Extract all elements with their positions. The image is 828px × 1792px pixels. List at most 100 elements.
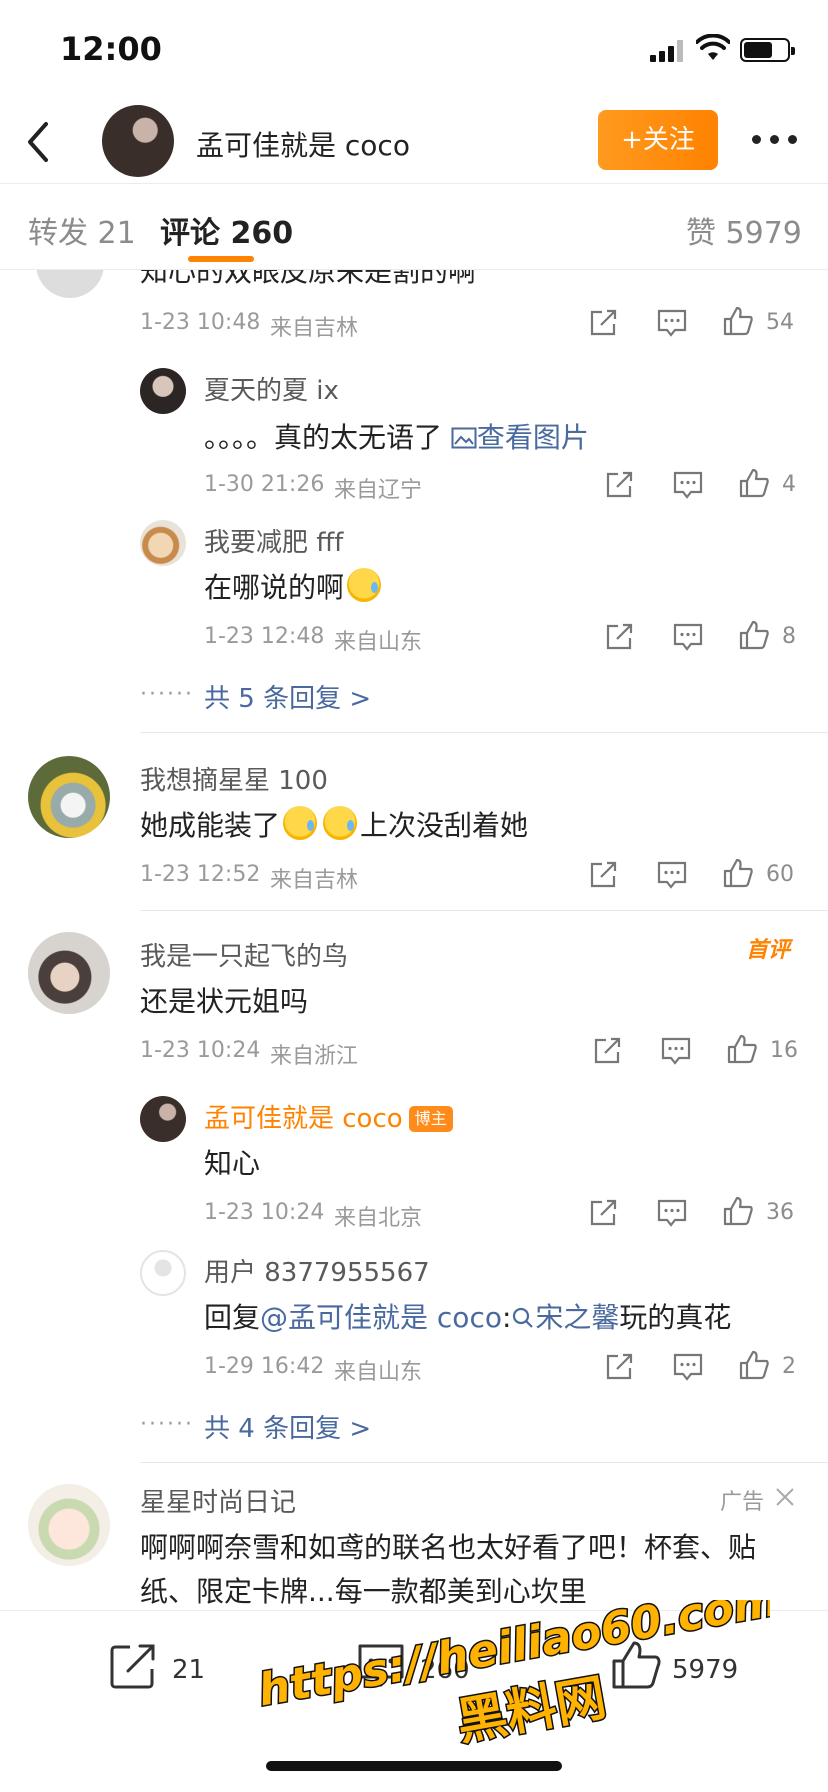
like-icon[interactable]: [738, 1350, 770, 1380]
avatar[interactable]: [140, 1250, 186, 1296]
comment-author[interactable]: 我想摘星星 100: [140, 760, 328, 797]
reply-text: 在哪说的啊: [204, 566, 384, 606]
close-icon[interactable]: [774, 1486, 796, 1508]
comment-time: 1-23 10:48: [140, 310, 261, 335]
like-icon[interactable]: [722, 1196, 754, 1226]
like-count: 8: [782, 624, 796, 649]
reply-text: 知心: [204, 1147, 261, 1180]
comment-icon[interactable]: [356, 1641, 406, 1691]
more-replies-link[interactable]: 共 5 条回复 >: [204, 678, 371, 715]
battery-icon: [740, 38, 795, 62]
blogger-badge: 博主: [408, 1106, 453, 1132]
sweat-emoji: [323, 806, 358, 840]
repost-count[interactable]: 21: [172, 1655, 205, 1685]
like-icon[interactable]: [610, 1639, 662, 1691]
comment-icon[interactable]: [656, 1198, 688, 1228]
comment-count[interactable]: 260: [420, 1655, 470, 1685]
comment-list[interactable]: 知心的双眼皮原来是割的啊 1-23 10:48 来自吉林 54 夏天的夏 ix …: [0, 270, 828, 1610]
comment-icon[interactable]: [656, 860, 688, 890]
share-icon[interactable]: [604, 470, 636, 500]
ad-text-line-1: 啊啊啊奈雪和如鸢的联名也太好看了吧！杯套、贴: [140, 1531, 757, 1564]
page-title[interactable]: 孟可佳就是 coco: [196, 124, 410, 164]
share-icon[interactable]: [588, 308, 620, 338]
tab-repost[interactable]: 转发 21: [28, 208, 136, 252]
comment-location: 来自浙江: [270, 1044, 359, 1069]
comment-time: 1-23 12:52: [140, 862, 261, 887]
reply-location: 来自北京: [334, 1206, 423, 1231]
share-icon[interactable]: [588, 1198, 620, 1228]
like-count: 16: [770, 1038, 798, 1063]
share-icon[interactable]: [604, 1352, 636, 1382]
like-icon[interactable]: [738, 468, 770, 498]
comment-icon[interactable]: [672, 470, 704, 500]
reply-location: 来自辽宁: [334, 478, 423, 503]
avatar[interactable]: [140, 368, 186, 414]
signal-icon: [650, 40, 686, 62]
like-count[interactable]: 5979: [672, 1655, 738, 1685]
like-icon[interactable]: [722, 306, 754, 336]
follow-button[interactable]: +关注: [598, 110, 718, 170]
reply-time: 1-23 10:24: [204, 1200, 325, 1225]
comment-text: 还是状元姐吗: [140, 985, 309, 1018]
reply-author[interactable]: 夏天的夏 ix: [204, 370, 339, 407]
tab-likes[interactable]: 赞 5979: [686, 208, 802, 252]
avatar[interactable]: [140, 520, 186, 566]
home-indicator: [266, 1761, 562, 1771]
like-icon[interactable]: [726, 1034, 758, 1064]
more-dots: ······: [140, 682, 194, 707]
view-image-link[interactable]: 查看图片: [451, 421, 589, 454]
avatar[interactable]: [140, 1096, 186, 1142]
first-comment-badge: 首评: [746, 938, 791, 963]
like-count: 4: [782, 472, 796, 497]
like-count: 60: [766, 862, 794, 887]
like-icon[interactable]: [738, 620, 770, 650]
sweat-emoji: [283, 806, 318, 840]
comment-location: 来自吉林: [270, 316, 359, 341]
reply-time: 1-30 21:26: [204, 472, 325, 497]
image-icon: [451, 427, 477, 449]
comment-time: 1-23 10:24: [140, 1038, 261, 1063]
ad-text-line-2: 纸、限定卡牌...每一款都美到心坎里: [140, 1575, 587, 1608]
laugh-cry-emoji: [347, 568, 382, 602]
share-icon[interactable]: [604, 622, 636, 652]
avatar[interactable]: [28, 932, 110, 1014]
avatar[interactable]: [28, 1484, 110, 1566]
more-replies-link[interactable]: 共 4 条回复 >: [204, 1408, 371, 1445]
comment-icon[interactable]: [672, 1352, 704, 1382]
reply-time: 1-23 12:48: [204, 624, 325, 649]
reply-location: 来自山东: [334, 1360, 423, 1385]
back-icon[interactable]: [18, 118, 58, 166]
comment-icon[interactable]: [656, 308, 688, 338]
share-icon[interactable]: [592, 1036, 624, 1066]
tab-comments[interactable]: 评论 260: [160, 208, 293, 252]
ad-author[interactable]: 星星时尚日记: [140, 1482, 296, 1519]
mention-link[interactable]: @孟可佳就是 coco: [260, 1301, 502, 1334]
search-icon: [513, 1307, 534, 1328]
ad-label: 广告: [720, 1490, 765, 1515]
more-icon[interactable]: [752, 132, 798, 146]
avatar[interactable]: [36, 270, 104, 298]
search-link[interactable]: 宋之馨: [511, 1301, 619, 1334]
comment-author[interactable]: 我是一只起飞的鸟: [140, 936, 348, 973]
avatar[interactable]: [28, 756, 110, 838]
reply-author[interactable]: 我要减肥 fff: [204, 522, 343, 559]
tab-bar: 转发 21 评论 260 赞 5979: [0, 184, 828, 270]
reply-author[interactable]: 孟可佳就是 coco 博主: [204, 1098, 453, 1135]
comment-icon[interactable]: [672, 622, 704, 652]
comment-text: 知心的双眼皮原来是割的啊: [140, 270, 477, 288]
reply-time: 1-29 16:42: [204, 1354, 325, 1379]
divider: [140, 1462, 828, 1463]
reply-text: 。。。。真的太无语了 查看图片: [204, 421, 589, 454]
like-count: 54: [766, 310, 794, 335]
active-tab-indicator: [188, 256, 254, 262]
share-icon[interactable]: [588, 860, 620, 890]
divider: [140, 910, 828, 911]
repost-icon[interactable]: [108, 1641, 158, 1691]
like-icon[interactable]: [722, 858, 754, 888]
comment-location: 来自吉林: [270, 868, 359, 893]
divider: [140, 732, 828, 733]
reply-author[interactable]: 用户 8377955567: [204, 1252, 430, 1289]
avatar[interactable]: [102, 105, 174, 177]
comment-icon[interactable]: [660, 1036, 692, 1066]
status-bar: 12:00: [0, 0, 828, 100]
